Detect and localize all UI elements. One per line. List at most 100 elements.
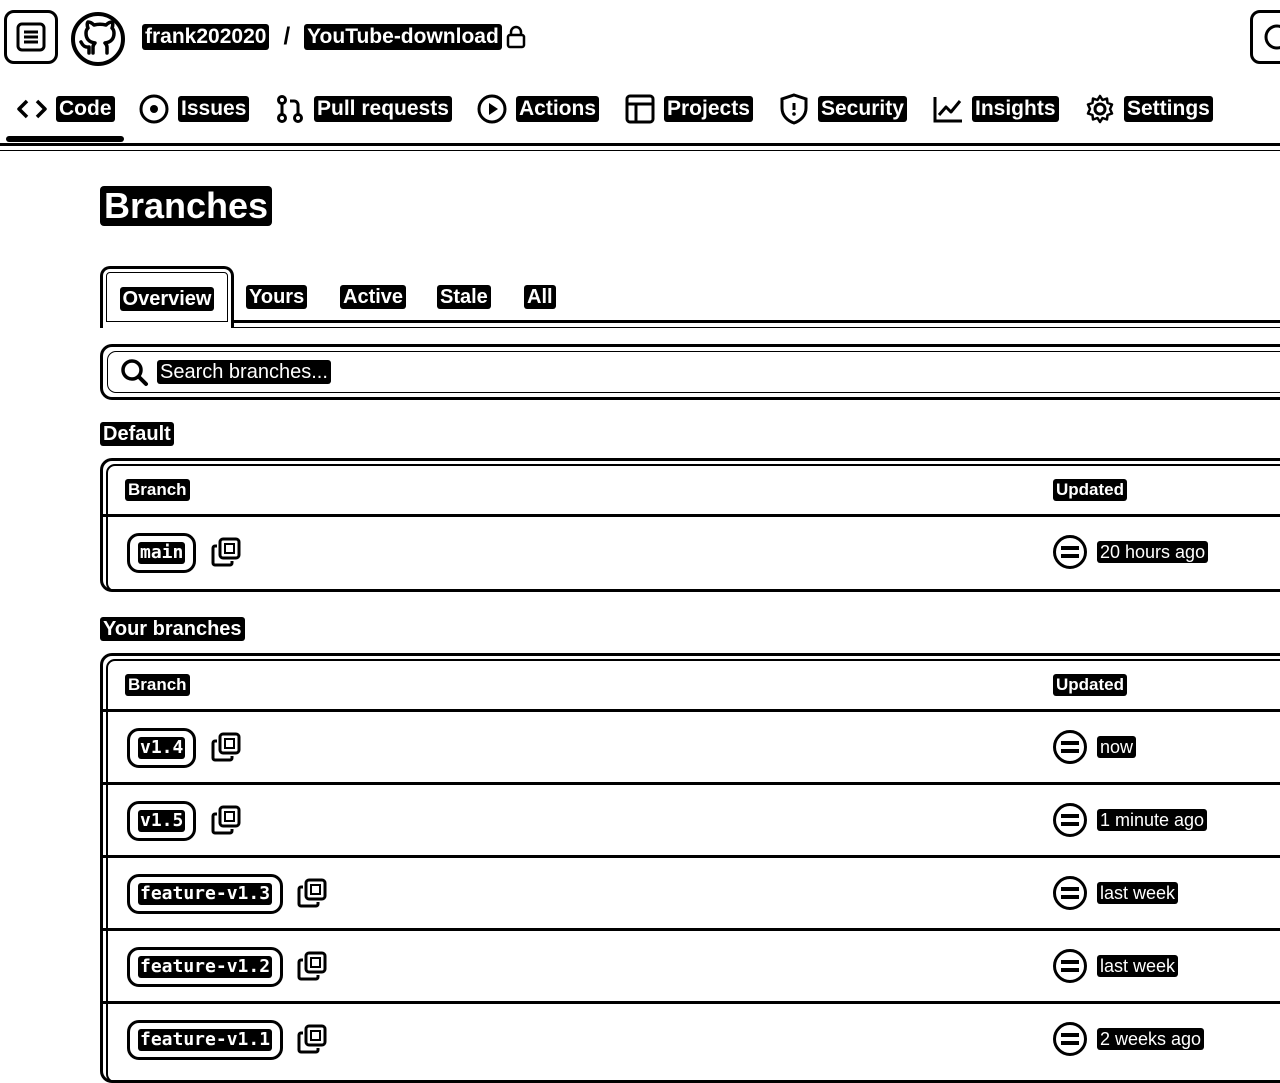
branch-column-header: Branch [125, 479, 190, 501]
avatar[interactable] [1053, 803, 1087, 837]
default-branches-table: Branch Updated main 20 hours ago [100, 458, 1280, 592]
table-row: feature-v1.2 last week [103, 931, 1280, 1004]
tab-yours-label: Yours [246, 285, 308, 309]
tab-active[interactable]: Active [340, 282, 407, 312]
copy-branch-name-button[interactable] [209, 535, 243, 569]
table-row: main 20 hours ago [103, 517, 1280, 590]
updated-cell: 1 minute ago [1053, 803, 1208, 837]
copy-icon [297, 1024, 327, 1054]
branch-name-link[interactable]: feature-v1.1 [127, 1020, 284, 1060]
updated-cell: last week [1053, 876, 1179, 910]
repo-nav: Code Issues Pull requests Actions Projec… [0, 84, 1280, 151]
avatar-icon [1061, 546, 1079, 558]
updated-time: 2 weeks ago [1097, 1028, 1205, 1050]
repo-link[interactable]: YouTube-download [304, 24, 502, 50]
hamburger-icon [16, 22, 46, 52]
updated-cell: last week [1053, 949, 1179, 983]
branch-name: feature-v1.2 [138, 956, 273, 978]
graph-icon [932, 93, 964, 125]
branch-name-link[interactable]: v1.4 [127, 728, 197, 768]
branch-filter-tabs: Overview Yours Active Stale All [100, 266, 1280, 328]
tab-actions[interactable]: Actions [476, 92, 600, 126]
updated-cell: 20 hours ago [1053, 535, 1209, 569]
tab-yours[interactable]: Yours [246, 282, 308, 312]
tab-pull-requests[interactable]: Pull requests [274, 92, 452, 126]
tab-pull-requests-label: Pull requests [314, 96, 452, 122]
tab-actions-label: Actions [516, 96, 600, 122]
copy-branch-name-button[interactable] [295, 1022, 329, 1056]
tab-code-label: Code [56, 96, 115, 122]
search-input[interactable]: Search branches... [100, 344, 1280, 400]
breadcrumb: frank202020 / YouTube-download [142, 22, 526, 52]
code-icon [16, 93, 48, 125]
issue-opened-icon [138, 93, 170, 125]
tab-settings[interactable]: Settings [1084, 92, 1213, 126]
tab-overview[interactable]: Overview [100, 266, 234, 328]
table-header: Branch Updated [103, 461, 1280, 517]
copy-branch-name-button[interactable] [209, 730, 243, 764]
tab-issues[interactable]: Issues [138, 92, 250, 126]
tab-security[interactable]: Security [778, 92, 907, 126]
tab-active-label: Active [340, 285, 407, 309]
copy-branch-name-button[interactable] [209, 803, 243, 837]
copilot-button[interactable] [1250, 10, 1280, 64]
global-header: frank202020 / YouTube-download [0, 0, 1280, 76]
branch-name: feature-v1.1 [138, 1029, 273, 1051]
avatar[interactable] [1053, 949, 1087, 983]
avatar-icon [1061, 960, 1079, 972]
shield-icon [778, 93, 810, 125]
tab-insights[interactable]: Insights [932, 92, 1059, 126]
avatar-icon [1061, 887, 1079, 899]
tab-security-label: Security [818, 96, 907, 122]
updated-time: 20 hours ago [1097, 541, 1209, 563]
tab-all[interactable]: All [524, 282, 556, 312]
avatar-icon [1061, 1033, 1079, 1045]
copy-branch-name-button[interactable] [295, 876, 329, 910]
branch-name: v1.4 [138, 737, 186, 759]
your-branches-table: Branch Updated v1.4 now v1.5 1 minute ag… [100, 653, 1280, 1083]
table-row: v1.5 1 minute ago [103, 785, 1280, 858]
tab-issues-label: Issues [178, 96, 250, 122]
branch-name: main [138, 542, 186, 564]
owner-link[interactable]: frank202020 [142, 24, 270, 50]
tab-insights-label: Insights [972, 96, 1059, 122]
github-logo-link[interactable] [70, 11, 126, 67]
table-row: feature-v1.3 last week [103, 858, 1280, 931]
copy-icon [297, 878, 327, 908]
copy-icon [211, 732, 241, 762]
avatar[interactable] [1053, 535, 1087, 569]
selected-tab-indicator [6, 136, 124, 142]
branch-name: v1.5 [138, 810, 186, 832]
copy-branch-name-button[interactable] [295, 949, 329, 983]
copilot-icon [1264, 24, 1280, 50]
branch-name-link[interactable]: v1.5 [127, 801, 197, 841]
tab-stale[interactable]: Stale [437, 282, 491, 312]
updated-column-header: Updated [1053, 479, 1127, 501]
tab-stale-label: Stale [437, 285, 491, 309]
branch-name-link[interactable]: main [127, 533, 197, 573]
default-section-heading: Default [100, 422, 174, 446]
branch-name-link[interactable]: feature-v1.2 [127, 947, 284, 987]
search-icon [119, 357, 149, 387]
table-icon [624, 93, 656, 125]
table-row: v1.4 now [103, 712, 1280, 785]
avatar[interactable] [1053, 1022, 1087, 1056]
search-placeholder: Search branches... [157, 360, 331, 384]
github-logo-icon [71, 12, 125, 66]
tab-code[interactable]: Code [16, 92, 115, 126]
avatar[interactable] [1053, 876, 1087, 910]
page-title: Branches [100, 186, 273, 226]
open-menu-button[interactable] [4, 10, 58, 64]
updated-time: 1 minute ago [1097, 809, 1208, 831]
branch-name-link[interactable]: feature-v1.3 [127, 874, 284, 914]
copy-icon [211, 805, 241, 835]
tab-projects-label: Projects [664, 96, 753, 122]
updated-cell: 2 weeks ago [1053, 1022, 1205, 1056]
avatar[interactable] [1053, 730, 1087, 764]
table-header: Branch Updated [103, 656, 1280, 712]
tab-projects[interactable]: Projects [624, 92, 753, 126]
copy-icon [297, 951, 327, 981]
updated-time: now [1097, 736, 1137, 758]
git-pull-request-icon [274, 93, 306, 125]
updated-time: last week [1097, 882, 1179, 904]
